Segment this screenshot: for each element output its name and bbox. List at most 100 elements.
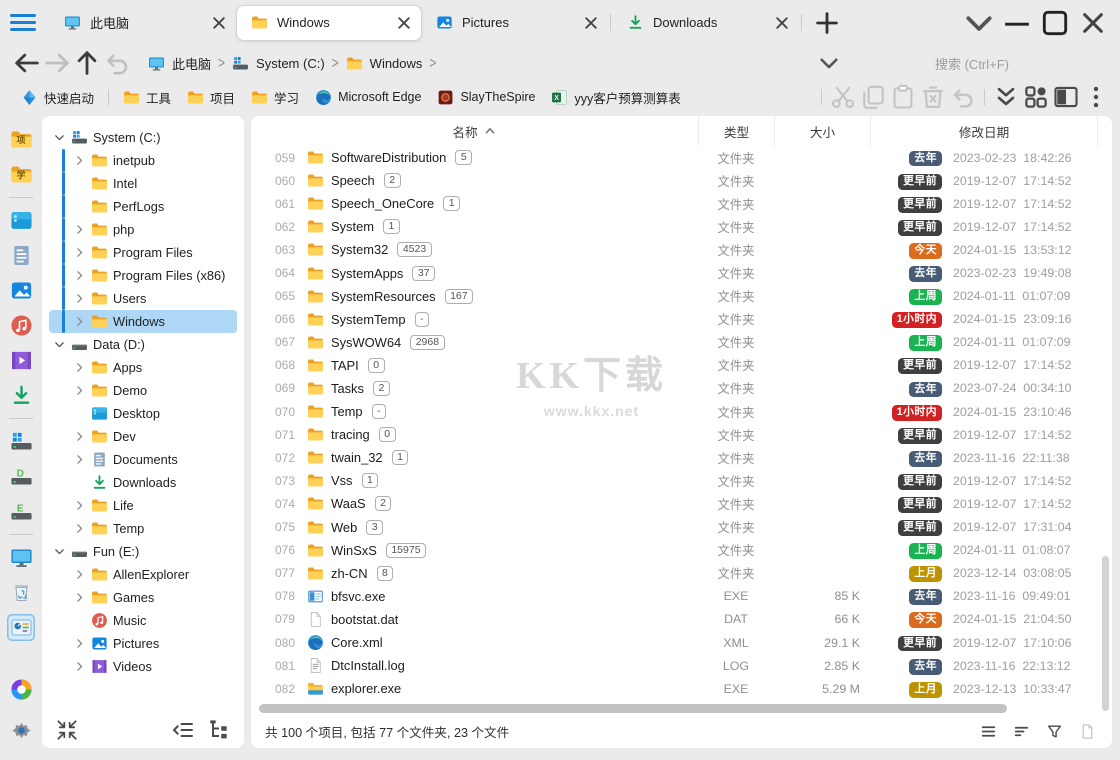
column-header-modified[interactable]: 修改日期 [870, 116, 1098, 146]
tree-item-Program Files (x86)[interactable]: Program Files (x86) [49, 264, 237, 287]
tab-Pictures[interactable]: Pictures [422, 7, 608, 38]
chevron-right-icon[interactable] [73, 246, 86, 259]
chevron-down-icon[interactable] [53, 545, 66, 558]
tree-item-AllenExplorer[interactable]: AllenExplorer [49, 563, 237, 586]
tree-item-Games[interactable]: Games [49, 586, 237, 609]
up-button[interactable] [72, 49, 102, 77]
tree-item-Videos[interactable]: Videos [49, 655, 237, 678]
music-shortcut[interactable] [7, 312, 35, 339]
vertical-scrollbar-thumb[interactable] [1102, 556, 1109, 711]
horizontal-scrollbar-thumb[interactable] [259, 704, 1007, 713]
chevron-right-icon[interactable] [73, 499, 86, 512]
chevron-right-icon[interactable] [73, 591, 86, 604]
maximize-button[interactable] [1036, 8, 1074, 38]
chevron-right-icon[interactable] [73, 154, 86, 167]
drive-c-shortcut[interactable] [7, 428, 35, 455]
tree-item-Music[interactable]: Music [49, 609, 237, 632]
close-button[interactable] [1074, 8, 1112, 38]
file-row-WinSxS[interactable]: 076WinSxS15975文件夹上周2024-01-11 01:08:07 [251, 539, 1112, 562]
file-row-tracing[interactable]: 071tracing0文件夹更早前2019-12-07 17:14:52 [251, 423, 1112, 446]
history-undo-button[interactable] [102, 49, 132, 77]
breadcrumb-item[interactable]: Windows [346, 55, 423, 72]
file-row-System[interactable]: 062System1文件夹更早前2019-12-07 17:14:52 [251, 215, 1112, 238]
breadcrumb-item[interactable]: 此电脑 [148, 54, 211, 73]
quick-item-项目[interactable]: 项目 [180, 85, 242, 110]
file-row-System32[interactable]: 063System324523文件夹今天2024-01-15 13:53:12 [251, 238, 1112, 261]
file-row-SystemResources[interactable]: 065SystemResources167文件夹上周2024-01-11 01:… [251, 285, 1112, 308]
collapse-all-button[interactable] [55, 718, 79, 742]
apps-grid-button[interactable] [1022, 84, 1050, 110]
undo-button[interactable] [949, 84, 977, 110]
file-row-SystemTemp[interactable]: 066SystemTemp-文件夹1小时内2024-01-15 23:09:16 [251, 308, 1112, 331]
this-pc-shortcut[interactable] [7, 544, 35, 571]
tree-item-Life[interactable]: Life [49, 494, 237, 517]
tab-close-icon[interactable] [580, 12, 602, 34]
file-row-WaaS[interactable]: 074WaaS2文件夹更早前2019-12-07 17:14:52 [251, 492, 1112, 515]
file-row-SystemApps[interactable]: 064SystemApps37文件夹去年2023-02-23 19:49:08 [251, 261, 1112, 284]
quick-item-Microsoft Edge[interactable]: Microsoft Edge [308, 86, 428, 109]
column-header-type[interactable]: 类型 [698, 116, 774, 146]
search-input[interactable]: 搜索 (Ctrl+F) [842, 54, 1102, 73]
file-row-TAPI[interactable]: 068TAPI0文件夹更早前2019-12-07 17:14:52 [251, 354, 1112, 377]
tab-close-icon[interactable] [393, 12, 415, 34]
chevron-right-icon[interactable] [73, 522, 86, 535]
tree-item-PerfLogs[interactable]: PerfLogs [49, 195, 237, 218]
copy-button[interactable] [859, 84, 887, 110]
split-view-button[interactable] [1052, 84, 1080, 110]
tree-item-Dev[interactable]: Dev [49, 425, 237, 448]
tree-item-inetpub[interactable]: inetpub [49, 149, 237, 172]
file-row-bootstat.dat[interactable]: 079bootstat.datDAT66 K今天2024-01-15 21:04… [251, 608, 1112, 631]
tree-item-Pictures[interactable]: Pictures [49, 632, 237, 655]
drive-e-shortcut[interactable]: E [7, 498, 35, 525]
chevron-right-icon[interactable] [73, 269, 86, 282]
file-row-SoftwareDistribution[interactable]: 059SoftwareDistribution5文件夹去年2023-02-23 … [251, 146, 1112, 169]
downloads-shortcut[interactable] [7, 382, 35, 409]
desktop-shortcut[interactable] [7, 207, 35, 234]
pictures-shortcut[interactable] [7, 277, 35, 304]
forward-button[interactable] [42, 49, 72, 77]
drive-d-shortcut[interactable]: D [7, 463, 35, 490]
quick-item-学习[interactable]: 学习 [244, 85, 306, 110]
tree-item-Data (D:)[interactable]: Data (D:) [49, 333, 237, 356]
control-panel-shortcut[interactable] [7, 614, 35, 641]
view-list-icon[interactable] [980, 723, 997, 740]
recycle-bin-shortcut[interactable] [7, 579, 35, 606]
file-row-DtcInstall.log[interactable]: 081DtcInstall.logLOG2.85 K去年2023-11-16 2… [251, 654, 1112, 677]
back-button[interactable] [12, 49, 42, 77]
file-row-SysWOW64[interactable]: 067SysWOW642968文件夹上周2024-01-11 01:07:09 [251, 331, 1112, 354]
tree-item-Fun (E:)[interactable]: Fun (E:) [49, 540, 237, 563]
tab-此电脑[interactable]: 此电脑 [50, 7, 236, 38]
minimize-button[interactable] [998, 8, 1036, 38]
file-row-bfsvc.exe[interactable]: 078bfsvc.exeEXE85 K去年2023-11-16 09:49:01 [251, 585, 1112, 608]
column-header-size[interactable]: 大小 [774, 116, 870, 146]
tab-close-icon[interactable] [208, 12, 230, 34]
tab-Windows[interactable]: Windows [236, 5, 422, 41]
cut-button[interactable] [829, 84, 857, 110]
sort-options-icon[interactable] [1013, 723, 1030, 740]
tree-item-Desktop[interactable]: Desktop [49, 402, 237, 425]
new-tab-button[interactable] [812, 9, 842, 37]
tree-item-Downloads[interactable]: Downloads [49, 471, 237, 494]
chevron-right-icon[interactable] [73, 637, 86, 650]
file-row-Speech[interactable]: 060Speech2文件夹更早前2019-12-07 17:14:52 [251, 169, 1112, 192]
tree-item-System (C:)[interactable]: System (C:) [49, 126, 237, 149]
tree-item-php[interactable]: php [49, 218, 237, 241]
chevron-down-icon[interactable] [53, 131, 66, 144]
tree-item-Intel[interactable]: Intel [49, 172, 237, 195]
file-row-Temp[interactable]: 070Temp-文件夹1小时内2024-01-15 23:10:46 [251, 400, 1112, 423]
tab-Downloads[interactable]: Downloads [613, 7, 799, 38]
hamburger-menu-icon[interactable] [10, 12, 36, 34]
tree-item-Program Files[interactable]: Program Files [49, 241, 237, 264]
tree-item-Demo[interactable]: Demo [49, 379, 237, 402]
file-row-Speech_OneCore[interactable]: 061Speech_OneCore1文件夹更早前2019-12-07 17:14… [251, 192, 1112, 215]
column-header-name[interactable]: 名称 [251, 122, 698, 141]
expand-all-button[interactable] [992, 84, 1020, 110]
chevron-right-icon[interactable] [73, 568, 86, 581]
file-row-Tasks[interactable]: 069Tasks2文件夹去年2023-07-24 00:34:10 [251, 377, 1112, 400]
quick-item-SlayTheSpire[interactable]: SlayTheSpire [430, 86, 542, 109]
outdent-tree-button[interactable] [171, 718, 195, 742]
breadcrumb-item[interactable]: System (C:) [232, 55, 325, 72]
chevron-down-icon[interactable] [53, 338, 66, 351]
tree-view-button[interactable] [207, 718, 231, 742]
chevron-right-icon[interactable] [73, 384, 86, 397]
